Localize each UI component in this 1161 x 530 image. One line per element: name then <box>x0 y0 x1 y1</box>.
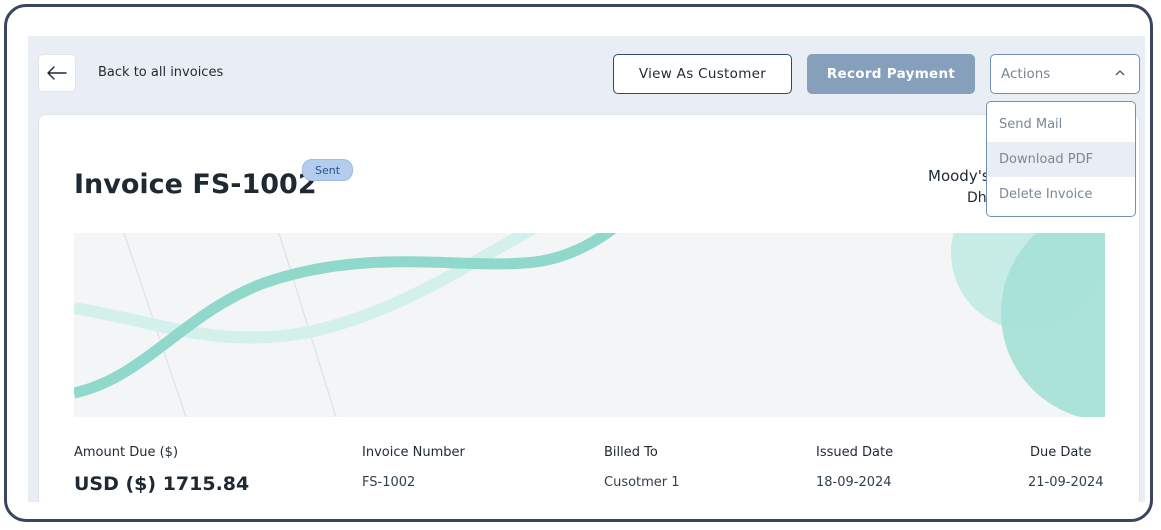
chevron-up-icon <box>1115 70 1125 76</box>
actions-menu: Send Mail Download PDF Delete Invoice <box>986 101 1136 217</box>
window-frame: Back to all invoices View As Customer Re… <box>4 4 1153 522</box>
menu-item-download-pdf[interactable]: Download PDF <box>987 142 1135 177</box>
back-button[interactable] <box>38 54 76 92</box>
menu-item-send-mail[interactable]: Send Mail <box>987 107 1135 142</box>
issued-date-label: Issued Date <box>816 445 894 460</box>
status-badge: Sent <box>302 159 354 181</box>
view-as-customer-button[interactable]: View As Customer <box>613 54 792 94</box>
wave-decoration <box>74 233 1105 417</box>
billed-to-label: Billed To <box>604 445 658 460</box>
menu-item-delete-invoice[interactable]: Delete Invoice <box>987 177 1135 212</box>
record-payment-button[interactable]: Record Payment <box>807 54 975 94</box>
invoice-page: Back to all invoices View As Customer Re… <box>28 36 1145 502</box>
actions-dropdown[interactable]: Actions <box>990 54 1140 94</box>
arrow-left-icon <box>47 66 67 80</box>
invoice-card: Invoice FS-1002 Sent Moody's Dha Amount … <box>38 114 1140 502</box>
back-link[interactable]: Back to all invoices <box>98 65 223 80</box>
invoice-title: Invoice FS-1002 <box>74 169 317 200</box>
amount-due-value: USD ($) 1715.84 <box>74 473 250 495</box>
amount-due-label: Amount Due ($) <box>74 445 179 460</box>
issued-date-value: 18-09-2024 <box>816 475 892 490</box>
company-name: Moody's <box>928 167 990 185</box>
due-date-label: Due Date <box>1030 445 1092 460</box>
invoice-number-value: FS-1002 <box>362 475 416 490</box>
due-date-value: 21-09-2024 <box>1028 475 1104 490</box>
billed-to-value: Cusotmer 1 <box>604 475 680 490</box>
actions-label: Actions <box>1001 66 1051 82</box>
decorative-banner <box>74 233 1105 417</box>
invoice-number-label: Invoice Number <box>362 445 465 460</box>
